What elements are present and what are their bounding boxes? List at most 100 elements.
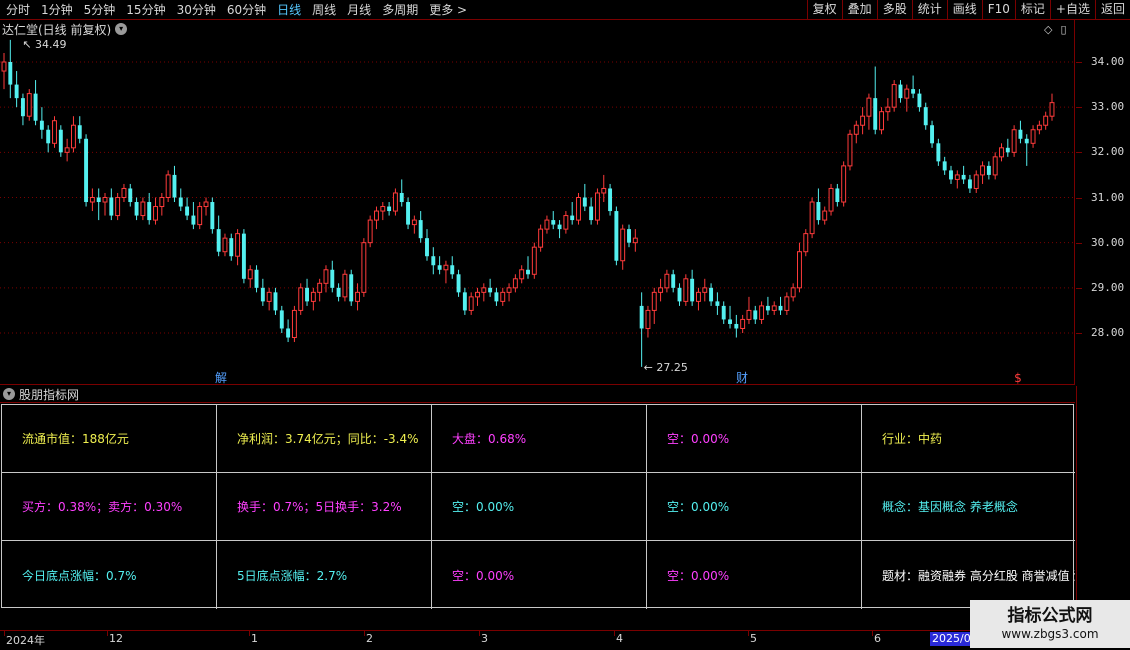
indicator-cell: 概念：基因概念 养老概念 <box>862 473 1075 541</box>
period-tab[interactable]: 15分钟 <box>120 0 170 20</box>
period-tab[interactable]: 30分钟 <box>171 0 221 20</box>
candle-body <box>26 93 32 117</box>
candle-body <box>898 84 903 99</box>
period-tab[interactable]: 更多 > <box>423 0 472 20</box>
period-tab[interactable]: 60分钟 <box>221 0 271 20</box>
watermark-title: 指标公式网 <box>1007 606 1093 626</box>
chevron-down-icon[interactable]: ▾ <box>3 388 15 400</box>
candle-body <box>627 229 631 243</box>
date-axis[interactable]: 2025/0 2024年 12 1 2 3 4 5 6 <box>0 630 1130 650</box>
candle-body <box>8 62 13 85</box>
candle-body <box>1005 147 1010 153</box>
candle-body <box>954 174 960 180</box>
candle-body <box>286 328 291 338</box>
indicator-panel-title: 股朋指标网 <box>19 387 80 402</box>
candle-body <box>803 233 809 253</box>
candle-body <box>734 323 739 329</box>
indicator-cell: 空：0.00% <box>432 473 647 541</box>
indicator-axis <box>1076 386 1130 630</box>
toolbar-button[interactable]: 复权 <box>806 0 842 20</box>
candle-body <box>986 165 991 175</box>
diamond-icon[interactable]: ◇ <box>1044 23 1052 36</box>
toolbar-button[interactable]: 叠加 <box>841 0 877 20</box>
candle-body <box>84 138 89 203</box>
candle-body <box>387 206 392 212</box>
top-toolbar: 分时 1分钟 5分钟 15分钟 30分钟 60分钟 日线 周线 月线 多周期 更多 > 复权 叠加 多股… <box>0 0 1130 20</box>
candle-body <box>134 202 139 216</box>
candle-body <box>671 274 676 288</box>
candle-body <box>399 192 404 203</box>
y-tick-label: 34.00 <box>1091 55 1125 68</box>
candle-body <box>197 206 203 226</box>
candle-body <box>759 305 765 320</box>
date-label: 6 <box>874 632 881 645</box>
candle-body <box>930 125 935 144</box>
candle-body <box>512 278 518 289</box>
candle-body <box>317 282 323 293</box>
toolbar-button[interactable]: 画线 <box>946 0 982 20</box>
candle-body <box>361 242 367 293</box>
event-marker: $ <box>1014 371 1022 385</box>
period-tab[interactable]: 周线 <box>306 0 341 20</box>
date-axis-selected: 2025/0 <box>930 632 973 646</box>
y-tick <box>1076 333 1082 334</box>
period-tab[interactable]: 多周期 <box>376 0 423 20</box>
candle-body <box>999 147 1004 158</box>
period-tab[interactable]: 日线 <box>271 0 306 20</box>
period-tab[interactable]: 月线 <box>341 0 376 20</box>
candle-body <box>740 318 746 329</box>
toolbar-button[interactable]: 返回 <box>1094 0 1130 20</box>
candle-body <box>980 165 986 176</box>
candle-body <box>14 84 19 99</box>
candle-body <box>89 197 95 203</box>
candle-body <box>936 143 941 162</box>
y-tick <box>1076 152 1082 154</box>
candle-body <box>374 210 379 221</box>
candle-body <box>690 278 695 302</box>
candle-body <box>506 287 512 293</box>
candle-body <box>860 115 866 126</box>
candle-body <box>46 129 51 144</box>
y-tick-label: 29.00 <box>1091 280 1125 294</box>
period-tab[interactable]: 分时 <box>0 0 35 20</box>
toolbar-buttons: 复权 叠加 多股 统计 画线 F10 标记 +自选 返回 <box>806 0 1130 20</box>
chart-title-bar: 达仁堂(日线 前复权) ▾ <box>2 21 128 37</box>
price-axis: 34.00 33.00 32.00 31.00 30.00 29.00 28.00 <box>1076 20 1130 385</box>
chevron-down-icon[interactable]: ▾ <box>115 23 128 35</box>
candle-body <box>728 319 732 324</box>
candle-body <box>866 97 872 117</box>
candle-body <box>64 147 70 153</box>
y-tick <box>1076 62 1082 63</box>
candle-body <box>949 170 953 180</box>
candlestick-chart[interactable]: ↖ 34.49 ← 27.25 解 财 $ <box>0 20 1075 385</box>
period-tab[interactable]: 5分钟 <box>78 0 121 20</box>
candle-body <box>702 287 708 293</box>
candle-body <box>967 179 972 189</box>
candle-body <box>291 309 297 339</box>
toolbar-button[interactable]: F10 <box>981 0 1015 20</box>
indicator-cell: 5日底点涨幅：2.7% <box>217 541 432 609</box>
candle-body <box>620 228 626 262</box>
period-tab[interactable]: 1分钟 <box>35 0 78 20</box>
candle-body <box>254 269 259 288</box>
toolbar-button[interactable]: 统计 <box>911 0 947 20</box>
candle-body <box>790 287 796 298</box>
candle-body <box>279 310 284 329</box>
indicator-cell: 空：0.00% <box>647 541 862 609</box>
candle-body <box>159 197 165 208</box>
candle-body <box>266 291 272 302</box>
toolbar-button[interactable]: +自选 <box>1049 0 1095 20</box>
panel-toggle-icon[interactable]: ▯ <box>1060 23 1066 36</box>
toolbar-button[interactable]: 多股 <box>876 0 912 20</box>
candle-body <box>651 291 657 311</box>
date-tick <box>249 631 250 636</box>
candle-body <box>58 129 63 153</box>
indicator-cell: 大盘：0.68% <box>432 405 647 473</box>
candle-body <box>582 197 587 207</box>
candle-body <box>594 192 600 221</box>
candle-body <box>1018 129 1023 139</box>
toolbar-button[interactable]: 标记 <box>1014 0 1050 20</box>
candle-body <box>330 269 335 288</box>
candle-body <box>115 197 121 217</box>
date-tick <box>748 631 749 636</box>
